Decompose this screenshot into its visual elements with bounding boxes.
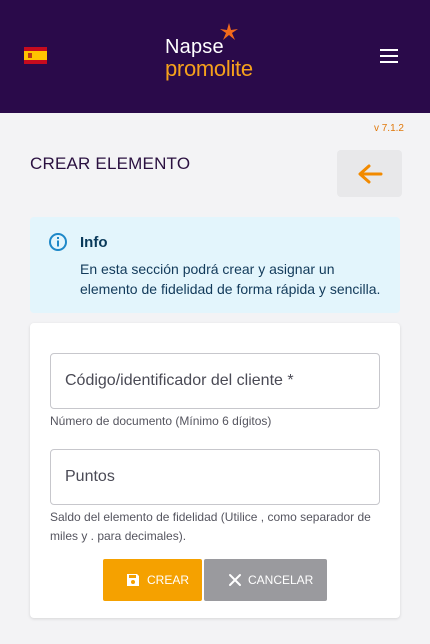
arrow-left-icon: [358, 164, 383, 184]
page-title: CREAR ELEMENTO: [30, 154, 191, 173]
info-title: Info: [80, 234, 108, 251]
spain-flag-icon[interactable]: [24, 47, 47, 64]
back-button[interactable]: [337, 150, 402, 197]
points-placeholder: Puntos: [65, 468, 115, 485]
version-label: v 7.1.2: [373, 123, 404, 134]
info-icon: [48, 232, 68, 257]
create-button[interactable]: CREAR: [103, 559, 202, 601]
create-button-label: CREAR: [147, 573, 190, 587]
cancel-button[interactable]: CANCELAR: [204, 559, 327, 601]
customer-code-placeholder: Código/identificador del cliente *: [65, 372, 294, 389]
customer-code-hint: Número de documento (Mínimo 6 dígitos): [50, 414, 272, 428]
logo-text-promolite: promolite: [165, 56, 253, 81]
hamburger-menu-icon[interactable]: [380, 49, 402, 65]
close-icon: [229, 574, 241, 586]
points-field[interactable]: Puntos: [50, 449, 380, 505]
cancel-button-label: CANCELAR: [248, 573, 314, 587]
customer-code-field[interactable]: Código/identificador del cliente *: [50, 353, 380, 409]
points-hint: Saldo del elemento de fidelidad (Utilice…: [50, 510, 371, 543]
info-panel: Info En esta sección podrá crear y asign…: [30, 217, 400, 313]
info-body: En esta sección podrá crear y asignar un…: [80, 261, 381, 297]
napse-promolite-logo: Napse promolite: [165, 22, 265, 84]
top-app-bar: Napse promolite: [0, 0, 430, 113]
save-icon: [127, 574, 139, 586]
create-element-form: Código/identificador del cliente * Númer…: [30, 323, 400, 618]
